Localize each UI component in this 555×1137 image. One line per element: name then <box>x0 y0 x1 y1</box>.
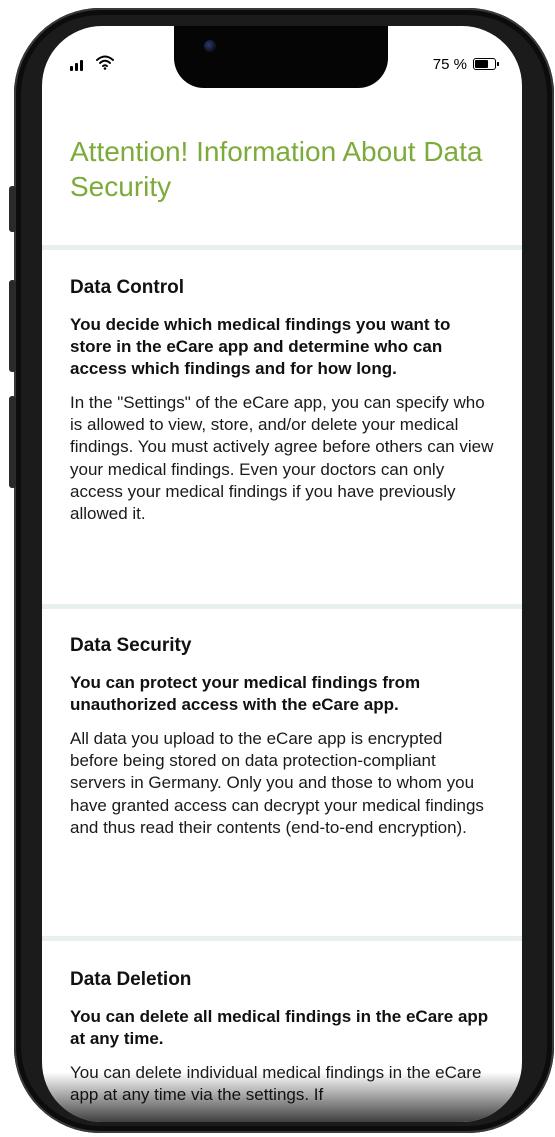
section-divider <box>42 245 522 250</box>
section-body: In the "Settings" of the eCare app, you … <box>70 393 494 524</box>
volume-up-button <box>9 280 16 372</box>
section-heading: Data Deletion <box>70 969 192 990</box>
signal-icon <box>70 58 83 71</box>
battery-icon <box>473 58 499 70</box>
section-body: All data you upload to the eCare app is … <box>70 729 484 837</box>
wifi-icon <box>96 55 114 70</box>
battery-status: 75 % <box>432 54 499 74</box>
bottom-fade <box>42 1072 522 1122</box>
section-data-security: Data Security You can protect your medic… <box>70 634 494 839</box>
battery-percent: 75 % <box>432 55 467 73</box>
section-data-control: Data Control You decide which medical fi… <box>70 276 494 525</box>
section-divider <box>42 936 522 941</box>
section-heading: Data Control <box>70 277 184 298</box>
section-lead: You decide which medical findings you wa… <box>70 315 451 378</box>
screen: 75 % Attention! Information About Data S… <box>42 26 522 1122</box>
section-lead: You can delete all medical findings in t… <box>70 1007 489 1048</box>
notch <box>174 26 388 88</box>
front-camera-icon <box>204 40 216 52</box>
page-title: Attention! Information About Data Securi… <box>70 136 483 202</box>
section-lead: You can protect your medical findings fr… <box>70 673 421 714</box>
volume-down-button <box>9 396 16 488</box>
section-heading: Data Security <box>70 635 192 656</box>
mute-switch <box>9 186 16 232</box>
section-divider <box>42 604 522 609</box>
